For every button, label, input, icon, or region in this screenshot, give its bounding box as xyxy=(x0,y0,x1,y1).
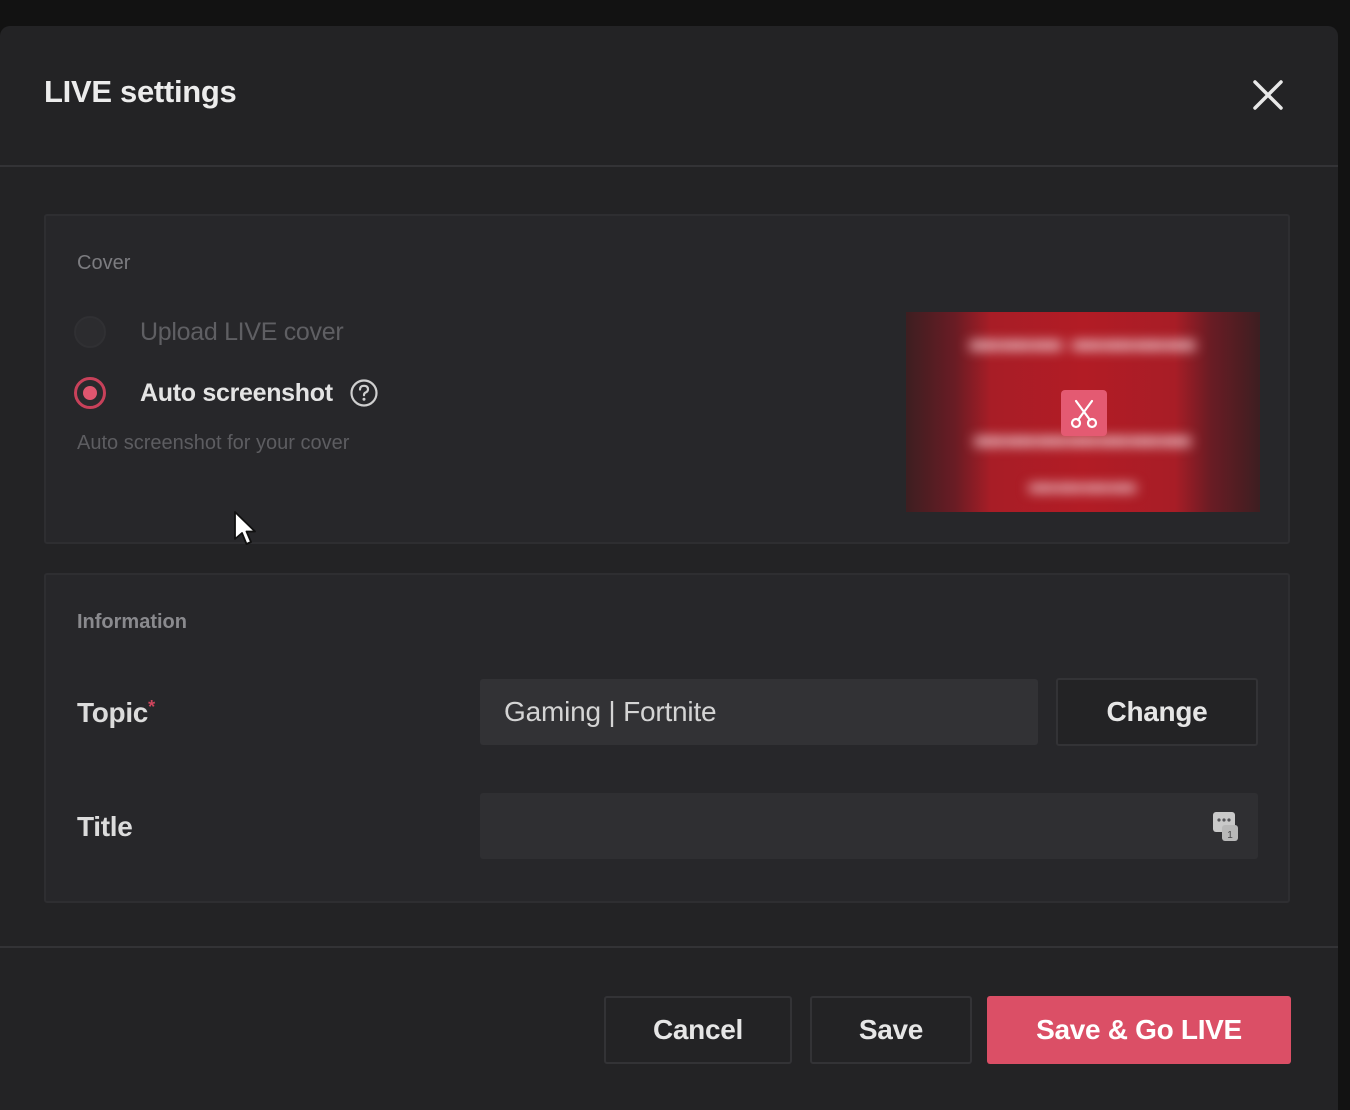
topic-label-text: Topic xyxy=(77,697,149,728)
crop-cover-button[interactable] xyxy=(1061,390,1107,436)
radio-label-upload: Upload LIVE cover xyxy=(140,317,344,346)
cover-blurred-text: ▬▬▬ ▬▬▬▬ xyxy=(969,324,1197,357)
radio-label-auto-screenshot: Auto screenshot xyxy=(140,378,333,407)
information-panel: Information Topic* Gaming | Fortnite Cha… xyxy=(44,573,1290,903)
change-topic-button[interactable]: Change xyxy=(1056,678,1258,746)
cover-section-label: Cover xyxy=(77,252,131,274)
footer-divider xyxy=(0,946,1338,948)
radio-button-auto-screenshot[interactable] xyxy=(74,377,106,409)
topic-value: Gaming | Fortnite xyxy=(504,696,717,727)
required-mark: * xyxy=(148,697,155,717)
radio-button-upload[interactable] xyxy=(74,316,106,348)
save-go-live-button[interactable]: Save & Go LIVE xyxy=(987,996,1291,1064)
cover-blurred-text: ▬▬▬▬ xyxy=(1029,468,1137,498)
save-button[interactable]: Save xyxy=(810,996,972,1064)
cover-preview-image: ▬▬▬ ▬▬▬▬ ▬▬▬▬▬▬▬ ▬▬▬▬ xyxy=(906,312,1260,512)
sticker-icon[interactable]: 1 xyxy=(1210,809,1242,843)
topic-input[interactable]: Gaming | Fortnite xyxy=(480,679,1038,745)
radio-auto-screenshot[interactable]: Auto screenshot xyxy=(74,373,379,413)
close-button[interactable] xyxy=(1240,70,1296,118)
cover-hint: Auto screenshot for your cover xyxy=(77,432,350,454)
scissors-icon xyxy=(1070,399,1098,429)
topic-label: Topic* xyxy=(77,697,155,729)
header-divider xyxy=(0,165,1338,167)
radio-upload-cover[interactable]: Upload LIVE cover xyxy=(74,312,344,352)
live-settings-dialog: LIVE settings Cover Upload LIVE cover Au… xyxy=(0,26,1338,1110)
cover-panel: Cover Upload LIVE cover Auto screenshot … xyxy=(44,214,1290,544)
information-section-label: Information xyxy=(77,611,187,633)
help-icon[interactable] xyxy=(349,378,379,408)
cancel-button[interactable]: Cancel xyxy=(604,996,792,1064)
title-input[interactable]: 1 xyxy=(480,793,1258,859)
dialog-header: LIVE settings xyxy=(0,26,1338,166)
close-icon xyxy=(1253,80,1283,110)
dialog-title: LIVE settings xyxy=(44,74,237,109)
svg-text:1: 1 xyxy=(1227,830,1233,841)
title-label: Title xyxy=(77,811,133,842)
